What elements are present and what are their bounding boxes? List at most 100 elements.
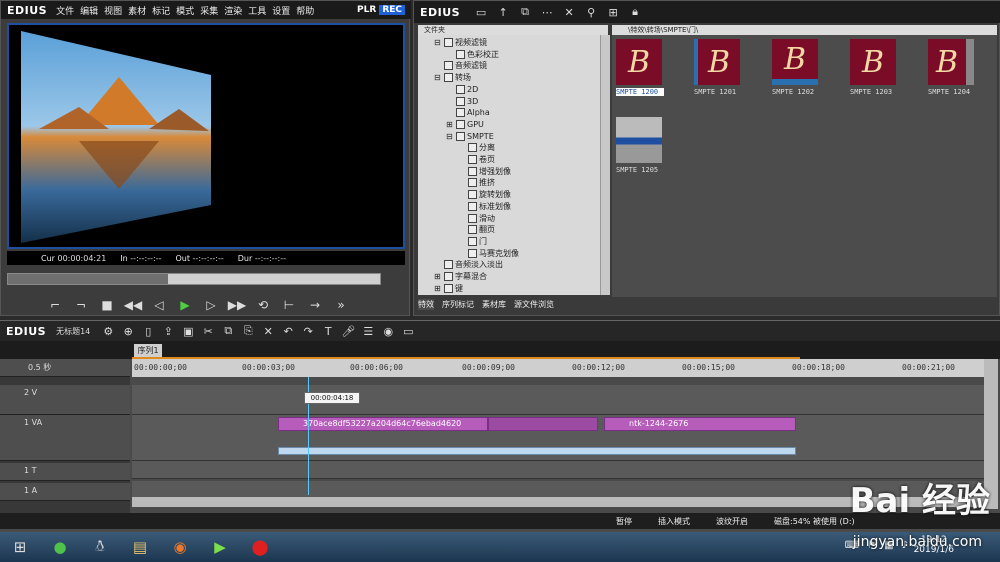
tree-node[interactable]: 旋转划像 xyxy=(458,189,511,200)
tree-node[interactable]: 滑动 xyxy=(458,213,495,224)
grid-view-icon[interactable]: ⊞ xyxy=(606,6,620,19)
scrub-bar[interactable] xyxy=(7,273,381,285)
firefox-icon[interactable]: ◉ xyxy=(160,533,200,561)
menu-edit[interactable]: 编辑 xyxy=(77,4,101,17)
undo-icon[interactable]: ↶ xyxy=(278,325,298,338)
tree-expander[interactable]: ⊞ xyxy=(446,119,456,130)
thumb-smpte-1205[interactable]: SMPTE 1205 xyxy=(616,117,664,177)
stop-icon[interactable]: ■ xyxy=(97,298,117,312)
render-icon[interactable]: ◉ xyxy=(378,325,398,338)
filter-icon[interactable]: ⋯ xyxy=(540,6,554,19)
menu-help[interactable]: 帮助 xyxy=(293,4,317,17)
view-icon[interactable]: ⧉ xyxy=(518,5,532,19)
set-in-icon[interactable]: ⌐ xyxy=(45,298,65,312)
tree-node[interactable]: 2D xyxy=(446,84,478,95)
explorer-icon[interactable]: ▤ xyxy=(120,533,160,561)
tree-node[interactable]: Alpha xyxy=(446,107,490,118)
rewind-icon[interactable]: ◀◀ xyxy=(123,298,143,312)
track-head-1a[interactable]: 1 A xyxy=(0,483,130,501)
thumb-smpte-1200[interactable]: B SMPTE 1200 xyxy=(616,39,664,99)
tree-node[interactable]: ⊟ 视频滤镜 xyxy=(434,37,487,48)
insert-to-timeline-icon[interactable]: ⊢ xyxy=(279,298,299,312)
tree-node[interactable]: 翻页 xyxy=(458,224,495,235)
loop-icon[interactable]: ⟲ xyxy=(253,298,273,312)
menu-marker[interactable]: 标记 xyxy=(149,4,173,17)
search-icon[interactable]: ⚲ xyxy=(584,6,598,19)
tree-node[interactable]: 色彩校正 xyxy=(446,49,499,60)
tree-expander[interactable]: ⊟ xyxy=(434,37,444,48)
step-back-icon[interactable]: ◁ xyxy=(149,298,169,312)
tree-expander[interactable]: ⊟ xyxy=(434,72,444,83)
menu-render[interactable]: 渲染 xyxy=(221,4,245,17)
plr-rec-switch[interactable]: PLR REC xyxy=(355,5,411,15)
menu-view[interactable]: 视图 xyxy=(101,4,125,17)
tab-effects[interactable]: 特效 xyxy=(418,298,434,310)
menu-mode[interactable]: 模式 xyxy=(173,4,197,17)
lock-icon[interactable]: 🔒︎ xyxy=(628,5,642,19)
tree-node[interactable]: ⊟ 转场 xyxy=(434,72,471,83)
track-head-1t[interactable]: 1 T xyxy=(0,463,130,481)
track-1va[interactable]: 370ace8df53227a204d64c76ebad4620 ntk-124… xyxy=(132,415,984,461)
edius-taskbar-icon[interactable]: ▶ xyxy=(200,533,240,561)
tab-sequence-1[interactable]: 序列1 xyxy=(134,344,162,357)
tree-node[interactable]: 卷页 xyxy=(458,154,495,165)
tree-scrollbar[interactable] xyxy=(600,35,610,295)
tree-node[interactable]: 3D xyxy=(446,96,478,107)
track-head-1va[interactable]: 1 VA xyxy=(0,415,130,461)
tree-node[interactable]: 门 xyxy=(458,236,487,247)
microphone-icon[interactable]: 🎤︎ xyxy=(338,325,358,338)
thumb-smpte-1203[interactable]: B SMPTE 1203 xyxy=(850,39,898,99)
tab-sequence-markers[interactable]: 序列标记 xyxy=(442,299,474,310)
layout-icon[interactable]: ▭ xyxy=(398,325,418,338)
qq-icon[interactable]: 🐧︎ xyxy=(80,533,120,561)
plr-label[interactable]: PLR xyxy=(355,5,378,15)
zoom-control[interactable]: 0.5 秒 xyxy=(0,359,130,377)
timeline-ruler[interactable]: 00:00:00;00 00:00:03;00 00:00:06;00 00:0… xyxy=(132,359,984,377)
tree-node[interactable]: 标准划像 xyxy=(458,201,511,212)
menu-file[interactable]: 文件 xyxy=(53,4,77,17)
audio-clip[interactable] xyxy=(278,447,796,455)
step-forward-icon[interactable]: ▷ xyxy=(201,298,221,312)
delete-icon[interactable]: ✕ xyxy=(562,6,576,19)
tree-node[interactable]: 马赛克划像 xyxy=(458,248,519,259)
tree-node[interactable]: 音频淡入淡出 xyxy=(434,259,503,270)
overwrite-icon[interactable]: → xyxy=(305,298,325,312)
transition-clip[interactable] xyxy=(488,417,598,431)
tree-node[interactable]: ⊟ SMPTE xyxy=(446,131,494,142)
menu-clip[interactable]: 素材 xyxy=(125,4,149,17)
delete-icon[interactable]: ✕ xyxy=(258,325,278,338)
fast-forward-icon[interactable]: ▶▶ xyxy=(227,298,247,312)
new-sequence-icon[interactable]: ▯ xyxy=(138,325,158,338)
status-ripple[interactable]: 波纹开启 xyxy=(716,516,748,527)
tree-node[interactable]: ⊞ GPU xyxy=(446,119,484,130)
tree-node[interactable]: ⊞ 键 xyxy=(434,283,463,294)
tree-node[interactable]: 音频滤镜 xyxy=(434,60,487,71)
tree-node[interactable]: ⊞ 字幕混合 xyxy=(434,271,487,282)
thumb-smpte-1202[interactable]: B SMPTE 1202 xyxy=(772,39,820,99)
tree-expander[interactable]: ⊟ xyxy=(446,131,456,142)
tree-node[interactable]: 推挤 xyxy=(458,177,495,188)
menu-tools[interactable]: 工具 xyxy=(245,4,269,17)
redo-icon[interactable]: ↷ xyxy=(298,325,318,338)
tree-expander[interactable]: ⊞ xyxy=(434,283,444,294)
menu-settings[interactable]: 设置 xyxy=(269,4,293,17)
tree-expander[interactable]: ⊞ xyxy=(434,271,444,282)
set-out-icon[interactable]: ¬ xyxy=(71,298,91,312)
tree-node[interactable]: 增强划像 xyxy=(458,166,511,177)
folder-icon[interactable]: ▭ xyxy=(474,6,488,19)
add-icon[interactable]: ⊕ xyxy=(118,325,138,338)
start-button-icon[interactable]: ⊞ xyxy=(0,533,40,561)
title-icon[interactable]: T xyxy=(318,325,338,338)
status-insert-mode[interactable]: 插入模式 xyxy=(658,516,690,527)
project-settings-icon[interactable]: ⚙ xyxy=(98,325,118,338)
rec-label[interactable]: REC xyxy=(379,5,405,15)
cut-icon[interactable]: ✂ xyxy=(198,325,218,338)
more-icon[interactable]: » xyxy=(331,298,351,312)
open-icon[interactable]: ⇪ xyxy=(158,325,178,338)
tab-bin[interactable]: 素材库 xyxy=(482,299,506,310)
mixer-icon[interactable]: ☰ xyxy=(358,325,378,338)
copy-icon[interactable]: ⧉ xyxy=(218,324,238,338)
thumb-smpte-1201[interactable]: B SMPTE 1201 xyxy=(694,39,742,99)
paste-icon[interactable]: ⎘ xyxy=(238,324,258,338)
tree-node[interactable]: 分离 xyxy=(458,142,495,153)
